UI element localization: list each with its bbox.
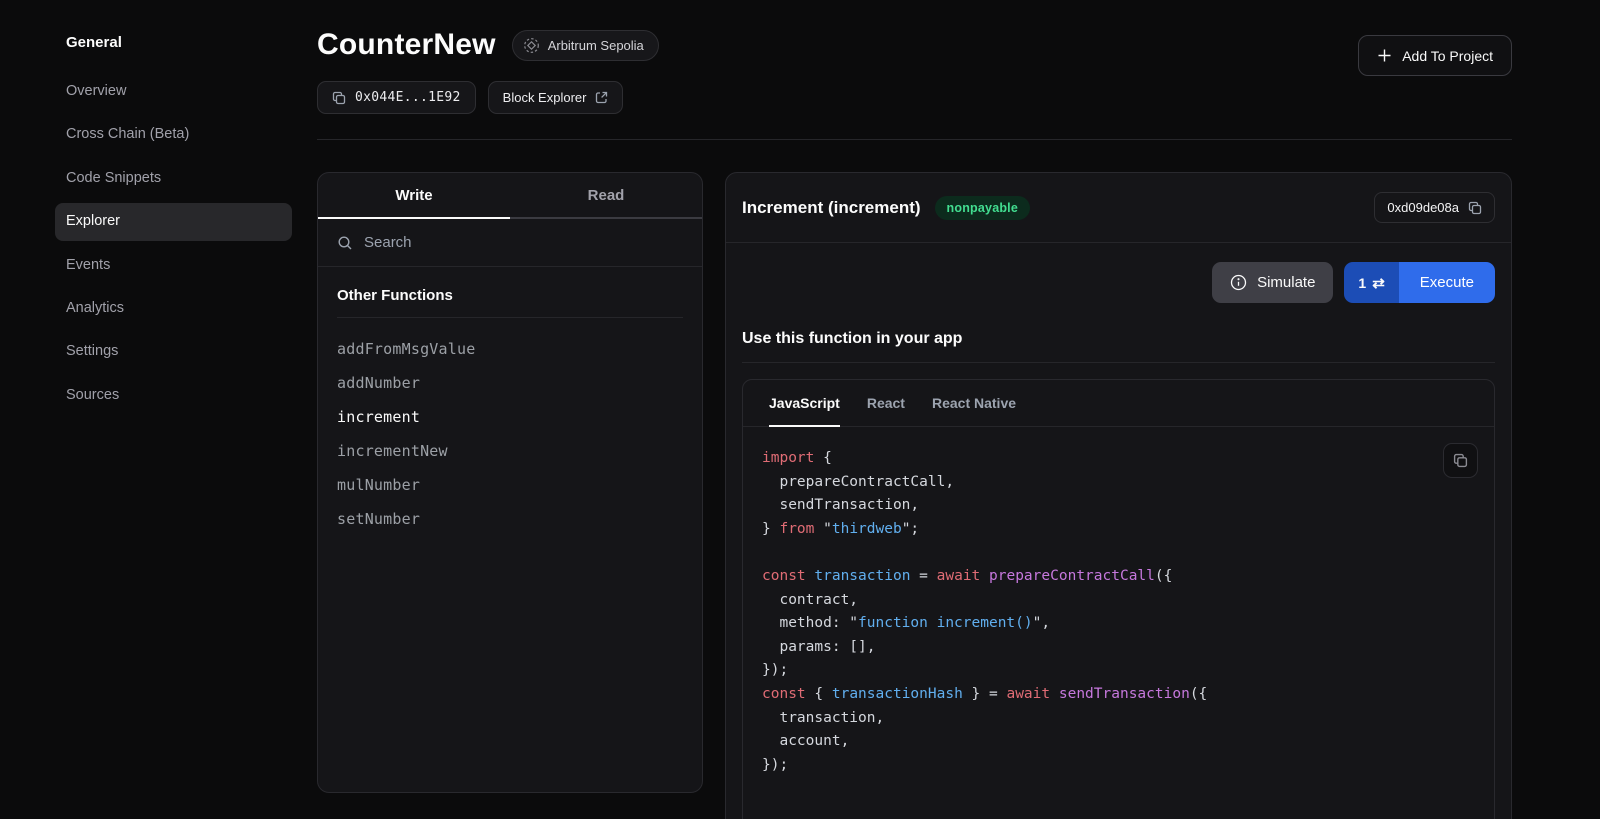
tab-javascript[interactable]: JavaScript	[769, 380, 840, 427]
network-badge-label: Arbitrum Sepolia	[548, 38, 644, 53]
sidebar-item-cross-chain[interactable]: Cross Chain (Beta)	[55, 116, 292, 153]
function-item-mulNumber[interactable]: mulNumber	[337, 468, 683, 502]
function-search-input[interactable]	[364, 234, 683, 251]
simulate-button[interactable]: Simulate	[1212, 262, 1333, 303]
add-to-project-button[interactable]: Add To Project	[1358, 35, 1512, 76]
sidebar-item-sources[interactable]: Sources	[55, 377, 292, 414]
external-link-icon	[595, 91, 608, 104]
swap-icon: ⇄	[1372, 274, 1385, 292]
sidebar-item-explorer[interactable]: Explorer	[55, 203, 292, 240]
network-icon	[523, 37, 540, 54]
write-read-tabs: Write Read	[318, 173, 702, 219]
copy-code-button[interactable]	[1443, 443, 1478, 478]
sidebar-item-analytics[interactable]: Analytics	[55, 290, 292, 327]
use-function-section: Use this function in your app	[726, 317, 1511, 363]
sidebar-item-code-snippets[interactable]: Code Snippets	[55, 160, 292, 197]
block-explorer-label: Block Explorer	[503, 90, 587, 105]
use-function-heading: Use this function in your app	[742, 330, 1495, 363]
page-title: CounterNew	[317, 28, 496, 62]
functions-panel: Write Read Other Functions addFromMsgVal…	[317, 172, 703, 793]
function-item-setNumber[interactable]: setNumber	[337, 502, 683, 536]
contract-address-short: 0x044E...1E92	[355, 90, 461, 105]
simulate-label: Simulate	[1257, 274, 1315, 291]
search-icon	[337, 235, 353, 251]
execute-label: Execute	[1420, 274, 1474, 291]
execute-button[interactable]: Execute	[1399, 262, 1495, 303]
function-detail-header: Increment (increment) nonpayable 0xd09de…	[726, 173, 1511, 243]
execute-split-button: 1 ⇄ Execute	[1344, 262, 1495, 303]
sidebar-item-settings[interactable]: Settings	[55, 333, 292, 370]
function-search-row	[318, 219, 702, 267]
sidebar-heading: General	[55, 34, 292, 51]
info-icon	[1230, 274, 1247, 291]
transaction-count: 1	[1358, 275, 1366, 291]
copy-icon	[332, 91, 346, 105]
block-explorer-button[interactable]: Block Explorer	[488, 81, 624, 114]
header-divider	[317, 139, 1512, 140]
mutability-badge: nonpayable	[935, 196, 1030, 220]
tab-react[interactable]: React	[867, 380, 905, 427]
action-row: Simulate 1 ⇄ Execute	[726, 243, 1511, 317]
other-functions-heading: Other Functions	[337, 287, 683, 318]
code-snippet-card: JavaScript React React Native import {	[742, 379, 1495, 819]
code-language-tabs: JavaScript React React Native	[743, 380, 1494, 427]
function-item-increment[interactable]: increment	[337, 400, 683, 434]
sidebar-item-overview[interactable]: Overview	[55, 73, 292, 110]
sidebar: General Overview Cross Chain (Beta) Code…	[0, 0, 300, 819]
tab-react-native[interactable]: React Native	[932, 380, 1016, 427]
code-block: import { prepareContractCall, sendTransa…	[743, 427, 1494, 801]
plus-icon	[1377, 48, 1392, 63]
copy-icon	[1453, 453, 1468, 468]
add-to-project-label: Add To Project	[1402, 48, 1493, 64]
function-list: addFromMsgValue addNumber increment incr…	[337, 332, 683, 536]
tab-write[interactable]: Write	[318, 173, 510, 219]
function-title: Increment (increment)	[742, 198, 921, 218]
contract-header: CounterNew Arbitrum Sepolia	[317, 28, 1512, 114]
network-badge[interactable]: Arbitrum Sepolia	[512, 30, 659, 61]
contract-address-button[interactable]: 0x044E...1E92	[317, 81, 476, 114]
code-lines: import { prepareContractCall, sendTransa…	[762, 447, 1434, 777]
function-item-addFromMsgValue[interactable]: addFromMsgValue	[337, 332, 683, 366]
function-item-incrementNew[interactable]: incrementNew	[337, 434, 683, 468]
sidebar-item-events[interactable]: Events	[55, 247, 292, 284]
transaction-count-button[interactable]: 1 ⇄	[1344, 262, 1398, 303]
main-content: CounterNew Arbitrum Sepolia	[300, 0, 1600, 819]
copy-icon	[1468, 201, 1482, 215]
function-selector-button[interactable]: 0xd09de08a	[1374, 192, 1495, 223]
tab-read[interactable]: Read	[510, 173, 702, 219]
function-item-addNumber[interactable]: addNumber	[337, 366, 683, 400]
function-selector: 0xd09de08a	[1387, 200, 1459, 215]
function-detail-panel: Increment (increment) nonpayable 0xd09de…	[725, 172, 1512, 819]
